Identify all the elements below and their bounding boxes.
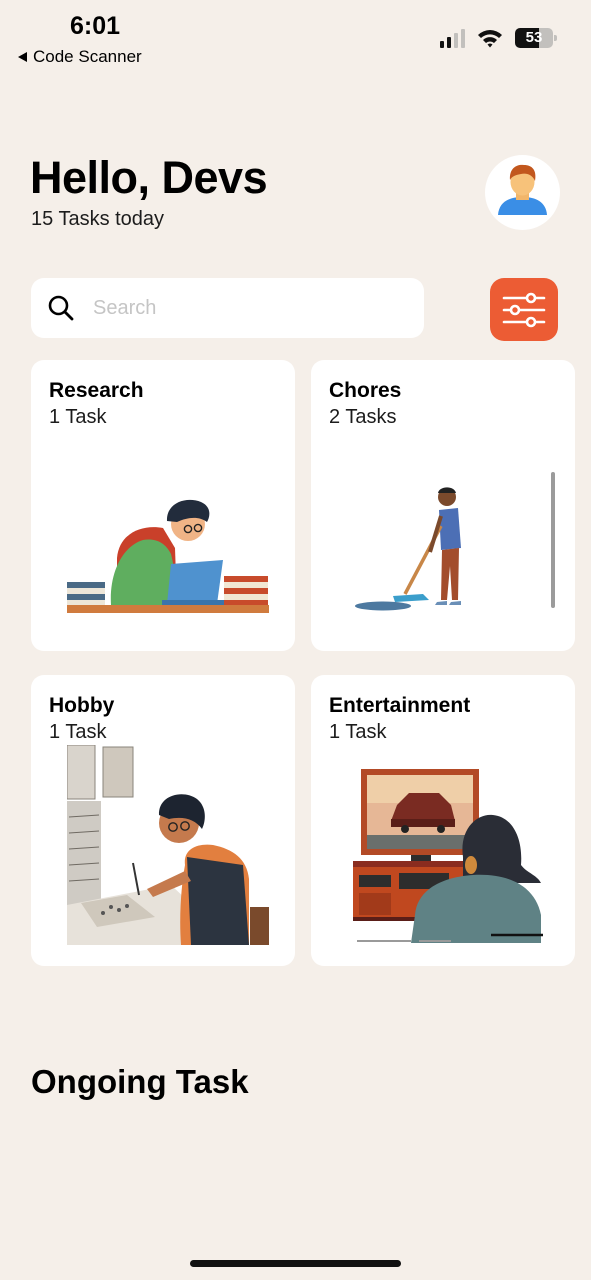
man-avatar-icon (498, 164, 547, 215)
greeting-title: Hello, Devs (30, 152, 268, 203)
category-card-chores[interactable]: Chores 2 Tasks (311, 360, 575, 651)
category-title: Research (49, 379, 144, 402)
filter-button[interactable] (490, 278, 558, 341)
tasks-today-count: 15 Tasks today (31, 208, 165, 230)
woman-watching-tv-illustration (353, 769, 543, 943)
ongoing-task-heading: Ongoing Task (31, 1063, 249, 1100)
category-title: Entertainment (329, 694, 471, 717)
status-indicators: 53 (440, 28, 557, 48)
battery-icon: 53 (515, 28, 557, 48)
back-app-label: Code Scanner (33, 47, 142, 66)
profile-avatar[interactable] (485, 155, 560, 230)
category-count: 1 Task (329, 721, 387, 743)
search-icon (48, 295, 74, 321)
man-with-laptop-illustration (67, 499, 269, 613)
battery-level: 53 (525, 29, 543, 46)
category-count: 1 Task (49, 721, 107, 743)
category-card-research[interactable]: Research 1 Task (31, 360, 295, 651)
category-title: Hobby (49, 694, 115, 717)
sliders-icon (502, 292, 546, 327)
category-card-hobby[interactable]: Hobby 1 Task (31, 675, 295, 966)
person-mopping-illustration (355, 487, 461, 611)
category-count: 2 Tasks (329, 406, 397, 428)
cards-scrollbar[interactable] (551, 472, 555, 608)
back-to-app-link[interactable]: Code Scanner (18, 47, 142, 67)
back-triangle-icon (18, 52, 27, 62)
wifi-icon (478, 30, 502, 48)
category-card-entertainment[interactable]: Entertainment 1 Task (311, 675, 575, 966)
cellular-signal-icon (440, 28, 465, 48)
status-time: 6:01 (70, 12, 121, 40)
person-drawing-illustration (67, 745, 269, 945)
category-count: 1 Task (49, 406, 107, 428)
search-bar[interactable] (31, 278, 424, 338)
category-title: Chores (329, 379, 402, 402)
search-input[interactable] (91, 295, 395, 321)
home-indicator[interactable] (190, 1260, 401, 1267)
